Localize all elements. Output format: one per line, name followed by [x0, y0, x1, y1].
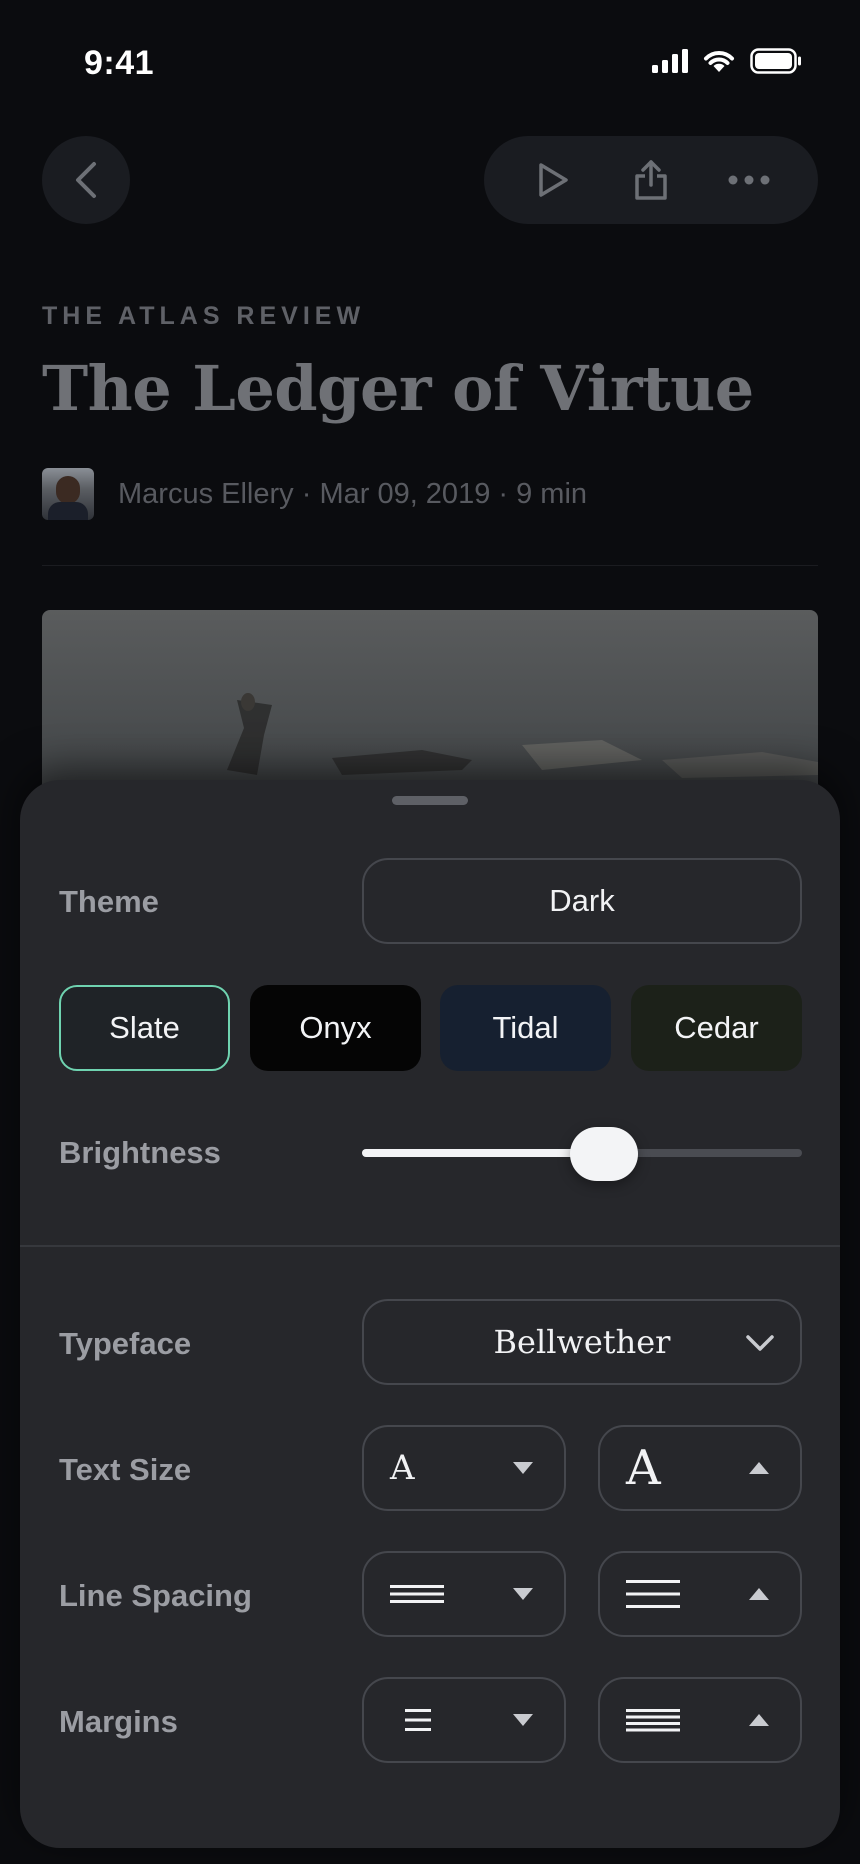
reader-settings-sheet: Theme Dark Slate Onyx Tidal Cedar Bright… [20, 780, 840, 1848]
byline: Marcus Ellery · Mar 09, 2019 · 9 min [42, 468, 587, 520]
share-icon [635, 160, 667, 200]
sheet-grabber[interactable] [392, 796, 468, 805]
typeface-value: Bellwether [493, 1323, 671, 1361]
battery-icon [750, 48, 801, 74]
text-size-increase-button[interactable]: A [598, 1425, 802, 1511]
brightness-slider-thumb[interactable] [570, 1127, 638, 1181]
brightness-label: Brightness [59, 1135, 221, 1170]
loose-lines-icon [626, 1580, 680, 1608]
triangle-up-icon [749, 1462, 769, 1474]
swatch-slate[interactable]: Slate [59, 985, 230, 1071]
read-time: 9 min [516, 477, 588, 510]
text-size-decrease-button[interactable]: A [362, 1425, 566, 1511]
margins-label: Margins [59, 1704, 178, 1739]
more-button[interactable] [713, 144, 785, 216]
tight-lines-icon [390, 1585, 444, 1603]
status-icons [652, 48, 802, 74]
theme-selector[interactable]: Dark [362, 858, 802, 944]
chevron-down-icon [746, 1335, 774, 1351]
share-button[interactable] [615, 144, 687, 216]
typeface-label: Typeface [59, 1326, 192, 1361]
section-divider [20, 1245, 840, 1247]
triangle-up-icon [749, 1588, 769, 1600]
line-spacing-label: Line Spacing [59, 1578, 252, 1613]
typeface-dropdown[interactable]: Bellwether [362, 1299, 802, 1385]
cellular-signal-icon [652, 49, 688, 73]
triangle-down-icon [513, 1714, 533, 1726]
small-a-icon: A [390, 1448, 415, 1488]
triangle-up-icon [749, 1714, 769, 1726]
narrow-margins-icon [405, 1709, 431, 1731]
listen-button[interactable] [517, 144, 589, 216]
text-size-label: Text Size [59, 1452, 192, 1487]
publication-name: THE ATLAS REVIEW [42, 302, 366, 330]
author-avatar [42, 468, 94, 520]
wifi-icon [704, 51, 734, 72]
line-spacing-decrease-button[interactable] [362, 1551, 566, 1637]
more-icon [728, 175, 770, 185]
brightness-slider-fill [362, 1149, 604, 1157]
play-icon [539, 163, 568, 197]
triangle-down-icon [513, 1462, 533, 1474]
header-divider [42, 565, 818, 566]
article-title: The Ledger of Virtue [42, 352, 754, 425]
swatch-cedar[interactable]: Cedar [631, 985, 802, 1071]
article-actions [484, 136, 818, 224]
publish-date: Mar 09, 2019 [319, 477, 491, 510]
article-meta: Marcus Ellery · Mar 09, 2019 · 9 min [118, 477, 588, 510]
author-name: Marcus Ellery [118, 477, 294, 510]
status-time: 9:41 [84, 44, 155, 82]
status-bar: 9:41 [0, 0, 860, 130]
margins-increase-button[interactable] [598, 1677, 802, 1763]
margins-decrease-button[interactable] [362, 1677, 566, 1763]
swatch-tidal[interactable]: Tidal [440, 985, 611, 1071]
theme-label: Theme [59, 884, 159, 919]
back-button[interactable] [42, 136, 130, 224]
chevron-left-icon [76, 162, 96, 198]
line-spacing-increase-button[interactable] [598, 1551, 802, 1637]
triangle-down-icon [513, 1588, 533, 1600]
swatch-onyx[interactable]: Onyx [250, 985, 421, 1071]
wide-margins-icon [626, 1709, 680, 1732]
large-a-icon: A [626, 1440, 661, 1496]
